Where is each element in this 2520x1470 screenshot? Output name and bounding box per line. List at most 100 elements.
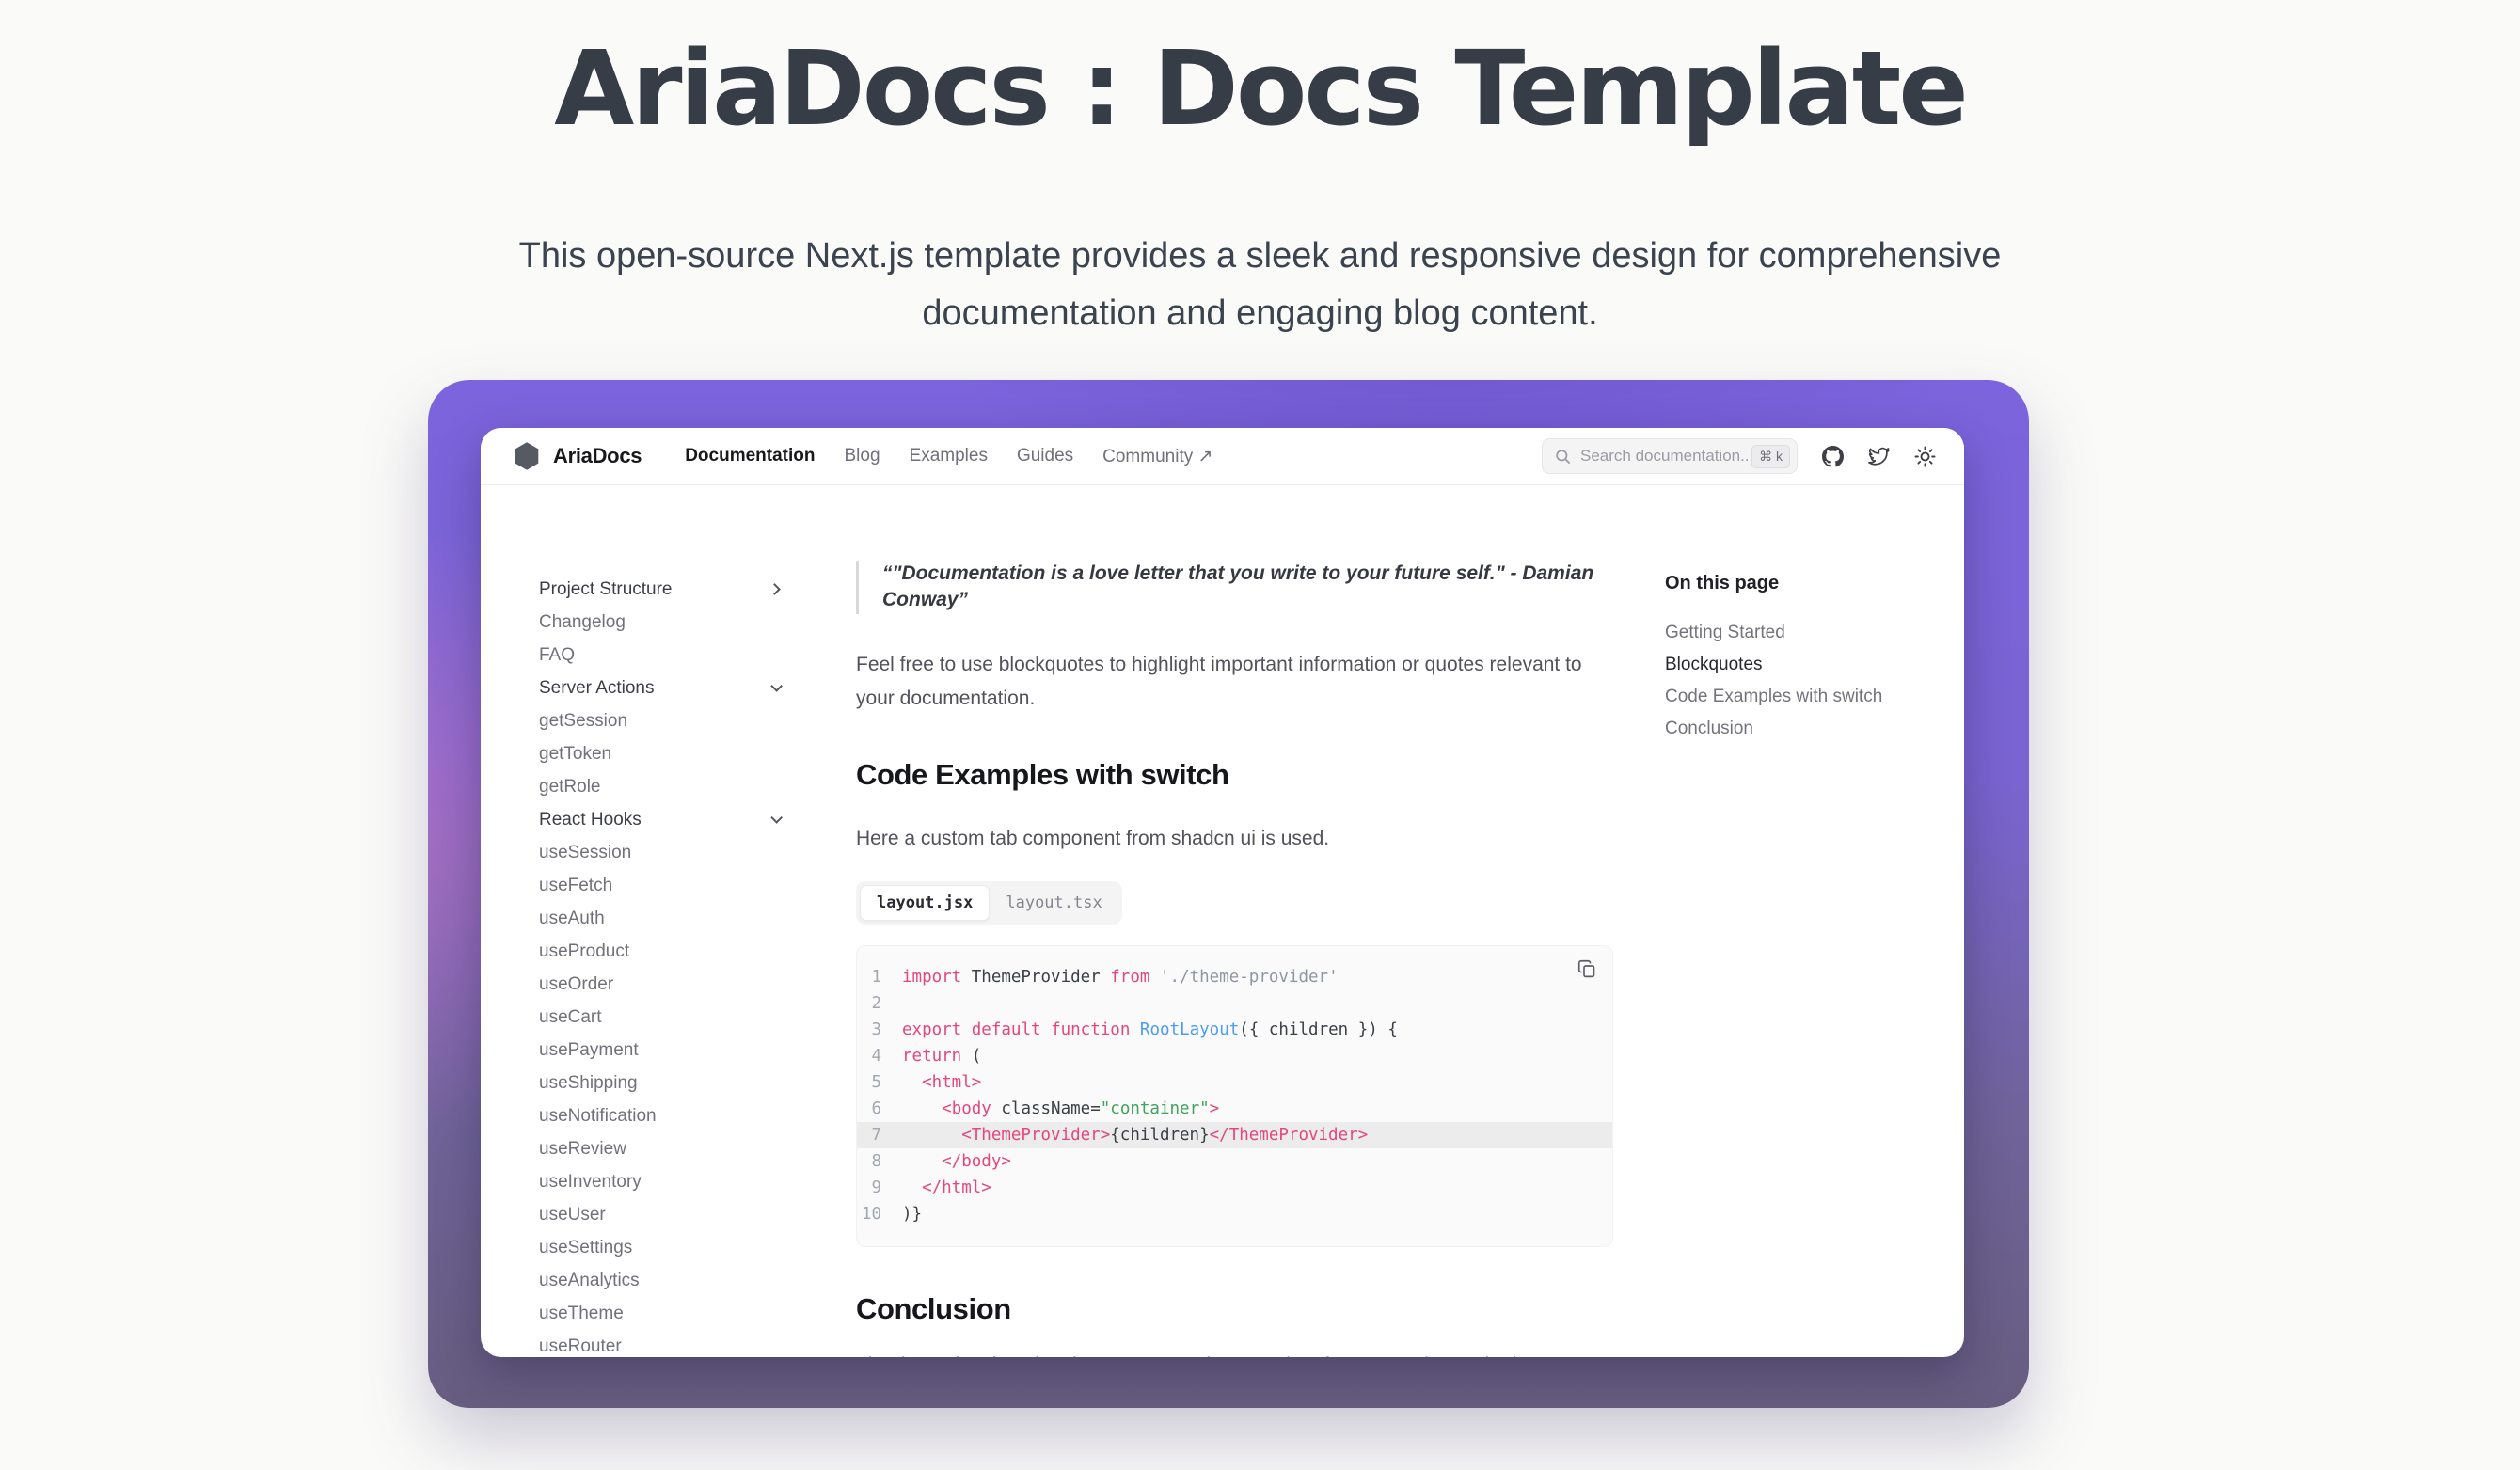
toc-title: On this page: [1665, 573, 1881, 594]
sidebar-item-label: useFetch: [539, 876, 612, 896]
sidebar-item-usenotification[interactable]: useNotification: [539, 1099, 779, 1132]
search-placeholder: Search documentation...: [1580, 447, 1751, 466]
brand-hexagon-icon: [513, 441, 541, 471]
sidebar-item-useorder[interactable]: useOrder: [539, 968, 779, 1001]
code-line-number: 3: [857, 1020, 902, 1039]
page-title: AriaDocs : Docs Template: [0, 24, 2520, 154]
sidebar-item-useuser[interactable]: useUser: [539, 1198, 779, 1231]
code-line: 7 <ThemeProvider>{children}</ThemeProvid…: [857, 1122, 1612, 1148]
search-icon: [1554, 448, 1572, 466]
code-line-number: 8: [857, 1152, 902, 1171]
chevron-down-icon: [770, 812, 783, 824]
nav-link-examples[interactable]: Examples: [910, 446, 988, 466]
code-line-content: )}: [902, 1205, 922, 1224]
sidebar-item-react-hooks[interactable]: React Hooks: [539, 803, 779, 836]
toc-item-conclusion[interactable]: Conclusion: [1665, 713, 1881, 745]
sidebar-item-usetheme[interactable]: useTheme: [539, 1297, 779, 1330]
page: AriaDocs : Docs Template This open-sourc…: [0, 0, 2520, 1470]
sidebar-item-useproduct[interactable]: useProduct: [539, 935, 779, 968]
tab-layout-jsx[interactable]: layout.jsx: [860, 885, 990, 921]
toc-item-code-examples-with-switch[interactable]: Code Examples with switch: [1665, 681, 1881, 713]
code-line-number: 5: [857, 1073, 902, 1092]
sidebar-item-useanalytics[interactable]: useAnalytics: [539, 1264, 779, 1297]
code-line-content: export default function RootLayout({ chi…: [902, 1020, 1398, 1039]
sidebar-item-label: Project Structure: [539, 579, 673, 600]
code-line: 10)}: [857, 1201, 1612, 1227]
toc-list: Getting StartedBlockquotesCode Examples …: [1665, 617, 1881, 745]
page-subtitle: This open-source Next.js template provid…: [499, 228, 2022, 342]
sidebar-item-label: useAuth: [539, 909, 605, 929]
sidebar-item-label: getToken: [539, 744, 611, 765]
code-line-content: </html>: [902, 1178, 991, 1197]
code-line-content: <body className="container">: [902, 1099, 1219, 1118]
sidebar-item-label: useReview: [539, 1139, 626, 1160]
main-content: “"Documentation is a love letter that yo…: [856, 485, 1613, 1357]
sidebar-item-label: useCart: [539, 1007, 602, 1028]
tab-layout-tsx[interactable]: layout.tsx: [990, 885, 1117, 921]
twitter-icon[interactable]: [1868, 446, 1890, 467]
code-tabs: layout.jsxlayout.tsx: [856, 881, 1122, 925]
navbar-actions: Search documentation... ⌘ k: [1542, 438, 1936, 474]
sidebar-item-label: usePayment: [539, 1040, 639, 1061]
code-line-number: 6: [857, 1099, 902, 1118]
sidebar-item-label: getRole: [539, 777, 601, 798]
code-lines: 1import ThemeProvider from './theme-prov…: [857, 964, 1612, 1227]
sidebar-item-usepayment[interactable]: usePayment: [539, 1034, 779, 1067]
paragraph-code-intro: Here a custom tab component from shadcn …: [856, 822, 1613, 857]
sidebar-item-usecart[interactable]: useCart: [539, 1001, 779, 1034]
code-line: 4return (: [857, 1043, 1612, 1069]
sidebar-item-server-actions[interactable]: Server Actions: [539, 672, 779, 704]
toc-item-blockquotes[interactable]: Blockquotes: [1665, 649, 1881, 681]
gradient-frame: AriaDocs Documentation Blog Examples Guides…: [428, 380, 2029, 1408]
code-line: 1import ThemeProvider from './theme-prov…: [857, 964, 1612, 990]
code-line: 8 </body>: [857, 1148, 1612, 1175]
toc-item-getting-started[interactable]: Getting Started: [1665, 617, 1881, 649]
sidebar-item-label: useAnalytics: [539, 1271, 640, 1291]
sidebar-item-label: React Hooks: [539, 810, 642, 830]
sidebar-item-label: useSession: [539, 843, 631, 863]
heading-code-examples: Code Examples with switch: [856, 758, 1613, 792]
sidebar-item-label: useOrder: [539, 974, 613, 995]
theme-toggle-sun-icon[interactable]: [1914, 446, 1936, 467]
sidebar-item-label: Changelog: [539, 612, 626, 633]
sidebar-item-faq[interactable]: FAQ: [539, 639, 779, 672]
sidebar-item-useshipping[interactable]: useShipping: [539, 1067, 779, 1099]
sidebar-item-usesettings[interactable]: useSettings: [539, 1231, 779, 1264]
code-line: 6 <body className="container">: [857, 1096, 1612, 1122]
code-line: 9 </html>: [857, 1175, 1612, 1201]
code-line-content: </body>: [902, 1152, 1011, 1171]
sidebar-item-gettoken[interactable]: getToken: [539, 737, 779, 770]
sidebar-item-usesession[interactable]: useSession: [539, 836, 779, 869]
paragraph-conclusion: Thank you for choosing the Documentation…: [856, 1349, 1613, 1357]
sidebar-item-getsession[interactable]: getSession: [539, 704, 779, 737]
sidebar-item-usefetch[interactable]: useFetch: [539, 869, 779, 902]
sidebar-item-changelog[interactable]: Changelog: [539, 606, 779, 639]
code-line-number: 2: [857, 994, 902, 1013]
nav-link-documentation[interactable]: Documentation: [685, 446, 815, 466]
code-line-content: import ThemeProvider from './theme-provi…: [902, 968, 1339, 987]
sidebar-item-usereview[interactable]: useReview: [539, 1132, 779, 1165]
sidebar-item-useinventory[interactable]: useInventory: [539, 1165, 779, 1198]
paragraph-blockquotes: Feel free to use blockquotes to highligh…: [856, 648, 1613, 718]
code-line-number: 7: [857, 1126, 902, 1145]
sidebar-item-label: FAQ: [539, 645, 575, 666]
search-input[interactable]: Search documentation... ⌘ k: [1542, 438, 1798, 474]
nav-link-guides[interactable]: Guides: [1017, 446, 1073, 466]
copy-code-button[interactable]: [1577, 959, 1597, 979]
nav-link-community[interactable]: Community ↗: [1102, 446, 1212, 467]
sidebar-item-userouter[interactable]: useRouter: [539, 1330, 779, 1357]
sidebar-item-useauth[interactable]: useAuth: [539, 902, 779, 935]
code-line: 3export default function RootLayout({ ch…: [857, 1017, 1612, 1043]
code-line-number: 9: [857, 1178, 902, 1197]
brand-name[interactable]: AriaDocs: [553, 444, 642, 468]
app-window: AriaDocs Documentation Blog Examples Guides…: [481, 428, 1964, 1357]
sidebar-item-label: useUser: [539, 1205, 606, 1225]
github-icon[interactable]: [1822, 446, 1844, 467]
nav-link-blog[interactable]: Blog: [844, 446, 880, 466]
chevron-down-icon: [770, 680, 783, 692]
search-shortcut-badge: ⌘ k: [1751, 445, 1790, 468]
sidebar-item-label: useNotification: [539, 1106, 657, 1127]
sidebar-item-project-structure[interactable]: Project Structure: [539, 573, 779, 606]
sidebar-item-label: useInventory: [539, 1172, 642, 1193]
sidebar-item-getrole[interactable]: getRole: [539, 770, 779, 803]
